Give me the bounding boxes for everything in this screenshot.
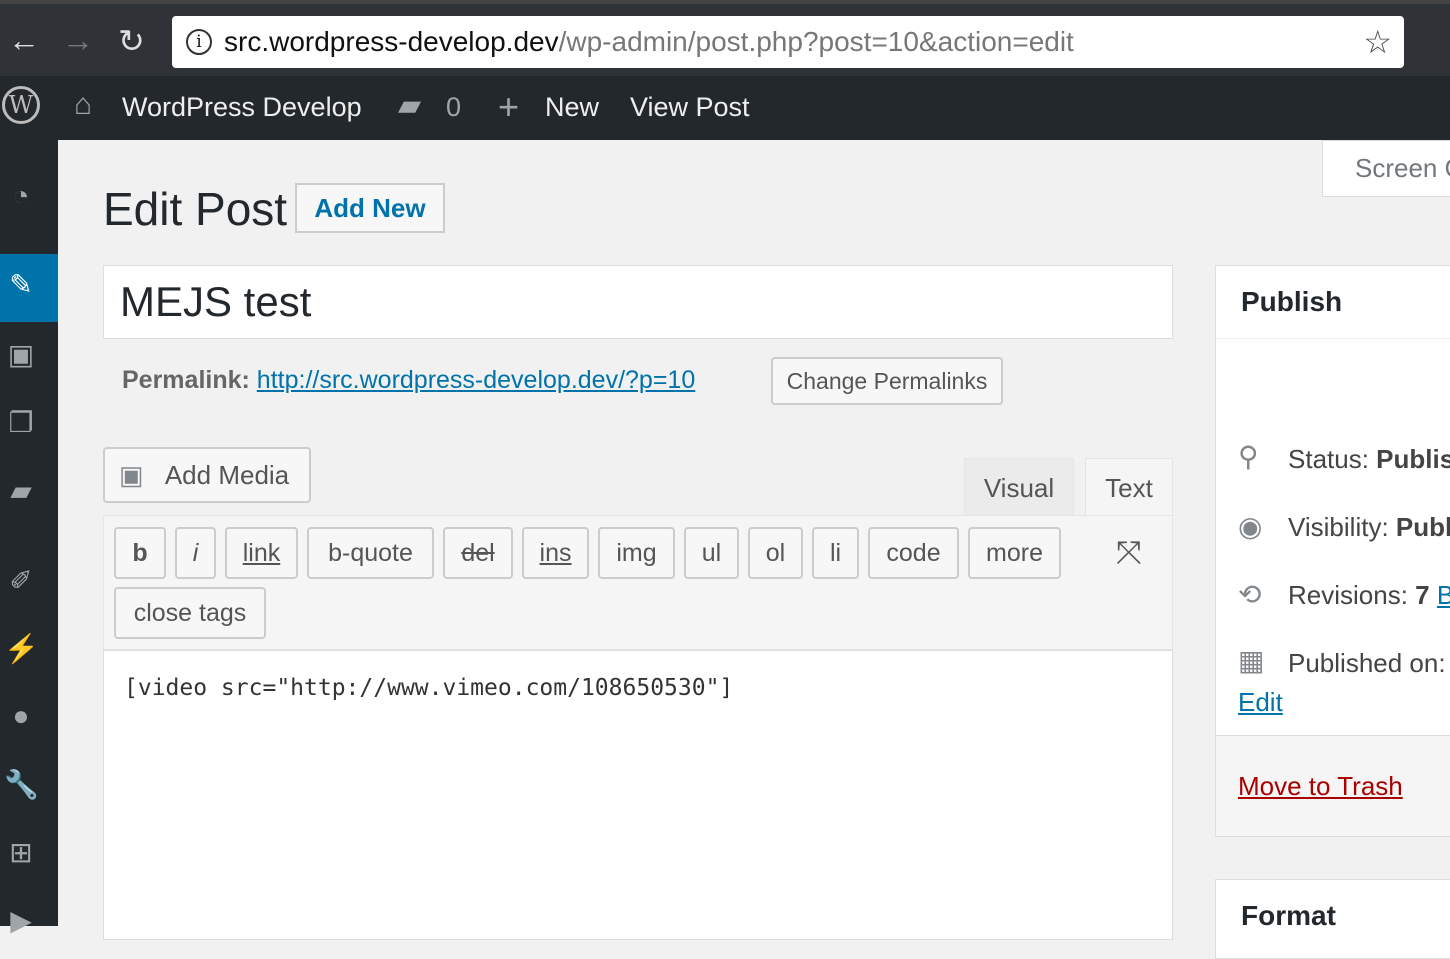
status-label: Status: (1288, 444, 1369, 474)
plus-icon: + (498, 86, 520, 127)
screen-options-button[interactable]: Screen Options (1322, 140, 1450, 197)
plugins-icon[interactable]: ⚡ (4, 632, 39, 666)
visibility-row: Visibility: Public (1288, 512, 1450, 543)
back-icon[interactable]: ← (8, 22, 40, 59)
status-pin-icon: ⚲ (1238, 441, 1259, 472)
quicktag-b[interactable]: b (114, 527, 166, 579)
status-row: Status: Published (1288, 444, 1450, 475)
dashboard-icon[interactable]: ◔ (4, 180, 38, 214)
add-media-button[interactable]: ▣ Add Media (103, 447, 311, 503)
content-textarea[interactable]: [video src="http://www.vimeo.com/1086505… (103, 650, 1173, 940)
users-icon[interactable]: ● (4, 700, 38, 734)
tools-icon[interactable]: 🔧 (4, 768, 39, 802)
bookmark-star-icon[interactable]: ☆ (1363, 16, 1392, 68)
move-to-trash-link[interactable]: Move to Trash (1238, 771, 1403, 802)
quicktag-link[interactable]: link (225, 527, 298, 579)
home-icon: ⌂ (74, 88, 93, 121)
comment-icon[interactable]: ▰ (398, 88, 421, 123)
format-box: Format (1215, 879, 1450, 959)
permalink-label: Permalink: (122, 366, 250, 394)
pages-icon[interactable]: ❐ (4, 406, 38, 440)
quicktag-ins[interactable]: ins (522, 527, 589, 579)
url-host: src.wordpress-develop.dev (224, 26, 559, 57)
post-title-input[interactable]: MEJS test (103, 265, 1173, 339)
publish-title: Publish (1241, 286, 1343, 317)
browse-revisions-link[interactable]: Browse (1437, 580, 1450, 610)
admin-sidebar: ◔ ✎ ▣ ❐ ▰ ✐ ⚡ ● 🔧 ⊞ ▶ (0, 140, 58, 936)
settings-icon[interactable]: ⊞ (4, 836, 38, 870)
page-title: Edit Post (103, 183, 288, 235)
revisions-count: 7 (1415, 580, 1430, 610)
quicktag-ol[interactable]: ol (748, 527, 803, 579)
add-media-icon: ▣ (119, 460, 144, 490)
appearance-icon[interactable]: ✐ (4, 564, 38, 598)
visibility-eye-icon: ◉ (1238, 511, 1263, 542)
edit-date-link[interactable]: Edit (1238, 687, 1283, 718)
quicktag-img[interactable]: img (598, 527, 675, 579)
quicktag-close-tags[interactable]: close tags (114, 587, 266, 639)
quicktag-del[interactable]: del (443, 527, 513, 579)
comment-count[interactable]: 0 (446, 92, 461, 123)
tab-text[interactable]: Text (1085, 458, 1173, 516)
fullscreen-icon[interactable]: ⤧ (1116, 534, 1142, 572)
calendar-icon: ▦ (1238, 645, 1265, 676)
quicktag-more[interactable]: more (968, 527, 1061, 579)
quicktag-code[interactable]: code (868, 527, 959, 579)
permalink-link[interactable]: http://src.wordpress-develop.dev/?p=10 (257, 366, 695, 394)
view-post-link[interactable]: View Post (630, 92, 750, 123)
visibility-value: Public (1395, 512, 1450, 542)
quicktag-b-quote[interactable]: b-quote (307, 527, 434, 579)
forward-icon[interactable]: → (62, 22, 94, 59)
site-name-link[interactable]: WordPress Develop (122, 92, 362, 123)
url-path: /wp-admin/post.php?post=10&action=edit (558, 26, 1074, 57)
add-new-button[interactable]: Add New (295, 183, 445, 233)
comments-icon[interactable]: ▰ (4, 474, 38, 508)
revisions-label: Revisions: (1288, 580, 1408, 610)
format-title: Format (1241, 900, 1336, 931)
media-player-icon[interactable]: ▶ (4, 904, 38, 938)
add-media-label: Add Media (164, 460, 290, 490)
quicktag-ul[interactable]: ul (684, 527, 739, 579)
quicktag-li[interactable]: li (812, 527, 859, 579)
published-on-label: Published on: (1288, 648, 1446, 678)
tab-visual[interactable]: Visual (964, 458, 1074, 516)
visibility-label: Visibility: (1288, 512, 1389, 542)
reload-icon[interactable]: ↻ (118, 22, 145, 60)
admin-bar: W ⌂ WordPress Develop ▰ 0 + New View Pos… (0, 76, 1450, 140)
revisions-history-icon: ⟲ (1238, 579, 1262, 610)
permalink: Permalink: http://src.wordpress-develop.… (122, 366, 695, 395)
wordpress-logo-icon[interactable]: W (2, 86, 40, 124)
new-link[interactable]: New (545, 92, 599, 123)
info-icon[interactable]: i (186, 29, 212, 55)
media-icon[interactable]: ▣ (4, 338, 38, 372)
quicktags-toolbar: b i link b-quote del ins img ul ol li co… (103, 515, 1173, 650)
revisions-row: Revisions: 7 Browse (1288, 580, 1450, 611)
published-on-row: Published on: (1288, 648, 1446, 679)
address-bar[interactable]: i src.wordpress-develop.dev/wp-admin/pos… (172, 16, 1404, 68)
status-value: Published (1376, 444, 1450, 474)
quicktag-i[interactable]: i (175, 527, 216, 579)
change-permalinks-button[interactable]: Change Permalinks (771, 357, 1003, 405)
pin-icon[interactable]: ✎ (4, 268, 38, 302)
publish-box: Publish ⚲ Status: Published ◉ Visibility… (1215, 265, 1450, 837)
browser-chrome: ← → ↻ i src.wordpress-develop.dev/wp-adm… (0, 0, 1450, 76)
